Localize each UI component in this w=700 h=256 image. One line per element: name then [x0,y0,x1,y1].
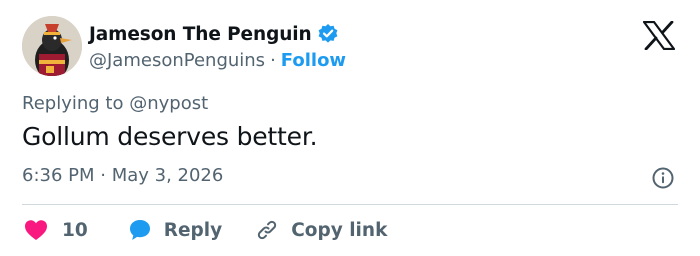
avatar[interactable] [22,16,82,76]
copy-link-label: Copy link [291,219,388,241]
action-bar: 10 Reply Copy link [24,216,387,244]
replying-prefix: Replying to [22,93,124,114]
tweet-card: Jameson The Penguin @JamesonPenguins · F… [0,0,700,256]
author-handle[interactable]: @JamesonPenguins [89,50,265,71]
author-name-row: Jameson The Penguin [89,21,339,47]
separator-dot: · [270,49,276,71]
reply-label: Reply [163,219,223,241]
follow-button[interactable]: Follow [281,50,346,71]
replying-to: Replying to @nypost [22,93,208,114]
author-handle-row: @JamesonPenguins · Follow [89,48,346,72]
verified-badge-icon [317,23,339,45]
copy-link-button[interactable]: Copy link [255,218,387,242]
like-button[interactable]: 10 [24,219,88,241]
reply-button[interactable]: Reply [128,218,222,242]
tweet-timestamp[interactable]: 6:36 PM · May 3, 2026 [22,165,223,186]
heart-icon [25,220,47,240]
speech-bubble-icon [129,220,150,240]
info-icon[interactable] [651,166,675,190]
replying-to-handle[interactable]: @nypost [129,93,208,114]
like-count: 10 [62,219,88,241]
tweet-text: Gollum deserves better. [22,122,318,151]
divider [22,204,678,205]
x-logo-icon[interactable] [642,20,676,51]
display-name[interactable]: Jameson The Penguin [89,24,312,45]
link-icon [258,220,277,240]
